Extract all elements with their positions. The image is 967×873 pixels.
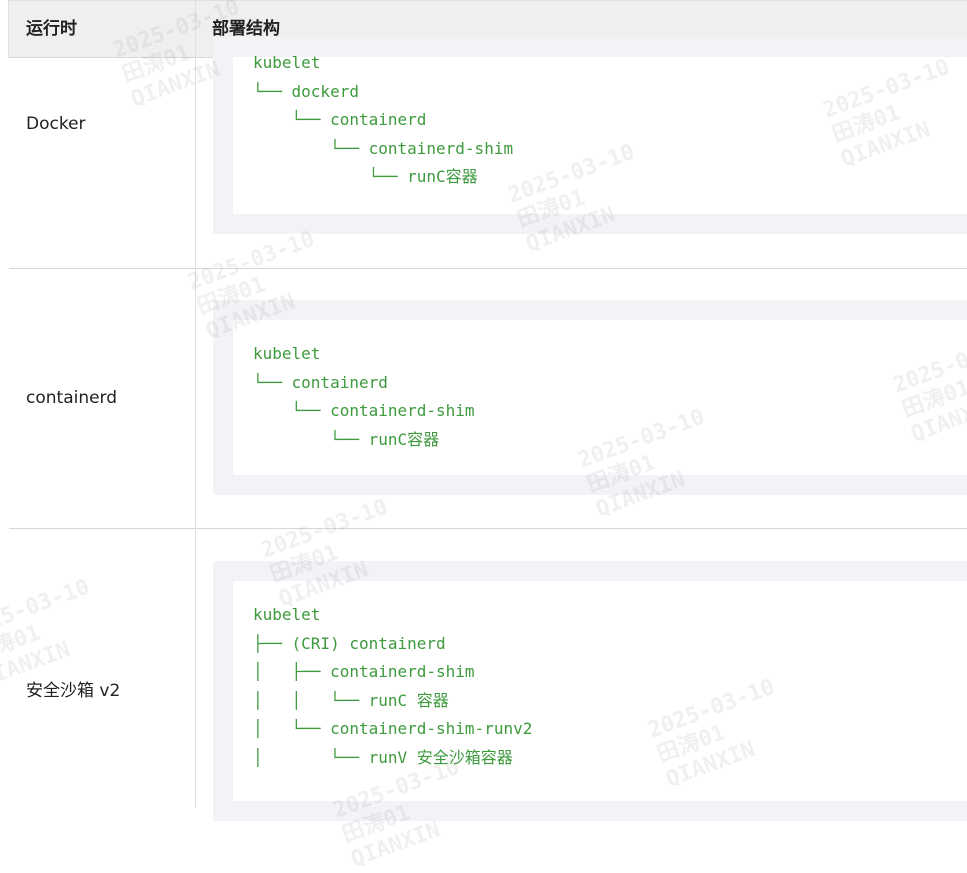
code-line: └── dockerd [253, 81, 359, 101]
code-block: kubelet ├── (CRI) containerd │ ├── conta… [213, 561, 967, 821]
code-block-inner: kubelet └── containerd └── containerd-sh… [233, 320, 967, 475]
table-row: containerd kubelet └── containerd └── co… [9, 269, 967, 529]
code-line: └── runC容器 [253, 167, 478, 187]
code-lines: kubelet ├── (CRI) containerd │ ├── conta… [253, 601, 532, 773]
code-line: └── containerd [253, 372, 388, 392]
table-row: 安全沙箱 v2 kubelet ├── (CRI) containerd │ ├… [9, 529, 967, 829]
table-row: Docker kubelet └── dockerd └── container… [9, 37, 967, 269]
code-lines: kubelet └── dockerd └── containerd └── c… [253, 49, 513, 192]
code-line: └── containerd [253, 110, 427, 130]
runtime-name: Docker [26, 114, 86, 134]
code-line: │ ├── containerd-shim [253, 662, 475, 682]
code-line: kubelet [253, 605, 321, 624]
code-line: └── runC容器 [253, 429, 440, 449]
code-line: │ │ └── runC 容器 [253, 690, 449, 710]
code-line: kubelet [253, 53, 321, 72]
code-lines: kubelet └── containerd └── containerd-sh… [253, 340, 475, 454]
code-line: └── containerd-shim [253, 401, 475, 421]
runtime-name: containerd [26, 388, 118, 408]
header-runtime: 运行时 [26, 19, 77, 39]
code-block: kubelet └── containerd └── containerd-sh… [213, 300, 967, 495]
code-block-inner: kubelet ├── (CRI) containerd │ ├── conta… [233, 581, 967, 801]
code-line: │ └── containerd-shim-runv2 [253, 719, 533, 739]
code-line: kubelet [253, 344, 321, 363]
runtime-name: 安全沙箱 v2 [26, 681, 121, 701]
code-block: kubelet └── dockerd └── containerd └── c… [213, 37, 967, 234]
code-block-inner: kubelet └── dockerd └── containerd └── c… [233, 53, 967, 214]
column-divider [195, 0, 196, 808]
code-line: │ └── runV 安全沙箱容器 [253, 747, 513, 767]
code-line: ├── (CRI) containerd [253, 633, 446, 653]
code-line: └── containerd-shim [253, 138, 514, 158]
runtime-table: 运行时 部署结构 Docker kubelet └── dockerd └── … [8, 0, 967, 821]
